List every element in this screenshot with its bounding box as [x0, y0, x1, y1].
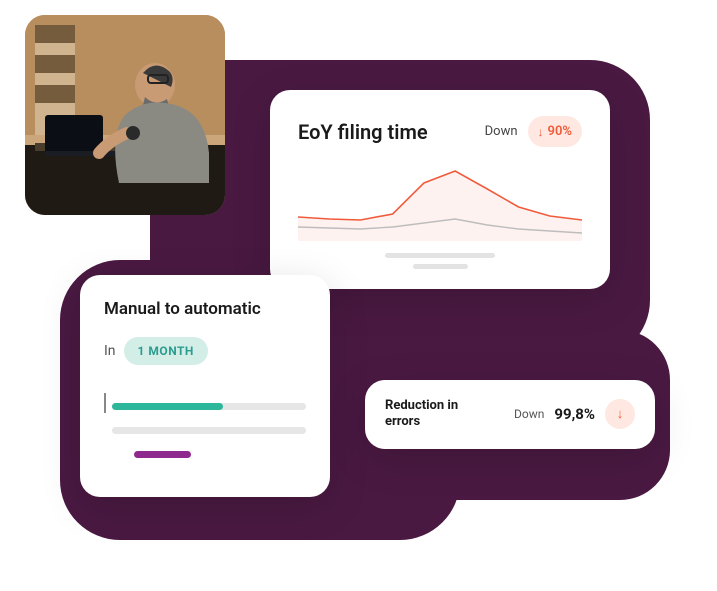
reduction-percent-value: 99,8%: [554, 405, 595, 423]
manual-title: Manual to automatic: [104, 299, 306, 319]
eoy-percent-value: 90%: [548, 124, 572, 139]
eoy-title: EoY filing time: [298, 120, 428, 144]
reduction-direction-label: Down: [514, 407, 544, 421]
reduction-stat: Down 99,8% ↓: [514, 399, 635, 429]
person-at-laptop-icon: [25, 15, 225, 215]
arrow-down-icon: ↓: [538, 126, 544, 138]
duration-pill: 1 MONTH: [124, 337, 208, 365]
hero-photo: [25, 15, 225, 215]
reduction-title: Reduction in errors: [385, 398, 485, 431]
gantt-row: [104, 447, 306, 461]
eoy-direction-label: Down: [485, 124, 518, 139]
card-manual-to-automatic: Manual to automatic In 1 MONTH: [80, 275, 330, 497]
eoy-legend: [298, 253, 582, 269]
arrow-down-icon: ↓: [617, 406, 624, 422]
card-reduction-in-errors: Reduction in errors Down 99,8% ↓: [365, 380, 655, 449]
manual-in-label: In: [104, 343, 116, 359]
manual-gantt-chart: [104, 399, 306, 461]
gantt-axis-tick: [104, 393, 106, 413]
gantt-row: [104, 399, 306, 413]
reduction-arrow-badge: ↓: [605, 399, 635, 429]
legend-placeholder: [385, 253, 495, 258]
eoy-header: EoY filing time Down ↓ 90%: [298, 116, 582, 147]
gantt-bar-teal: [112, 403, 223, 410]
legend-placeholder: [413, 264, 468, 269]
gantt-bar-purple: [134, 451, 191, 458]
gantt-row: [104, 423, 306, 437]
eoy-line-chart: [298, 161, 582, 241]
gantt-track: [112, 427, 306, 434]
eoy-percent-badge: ↓ 90%: [528, 116, 582, 147]
manual-subline: In 1 MONTH: [104, 337, 306, 365]
card-eoy-filing-time: EoY filing time Down ↓ 90%: [270, 90, 610, 289]
eoy-stat: Down ↓ 90%: [485, 116, 582, 147]
